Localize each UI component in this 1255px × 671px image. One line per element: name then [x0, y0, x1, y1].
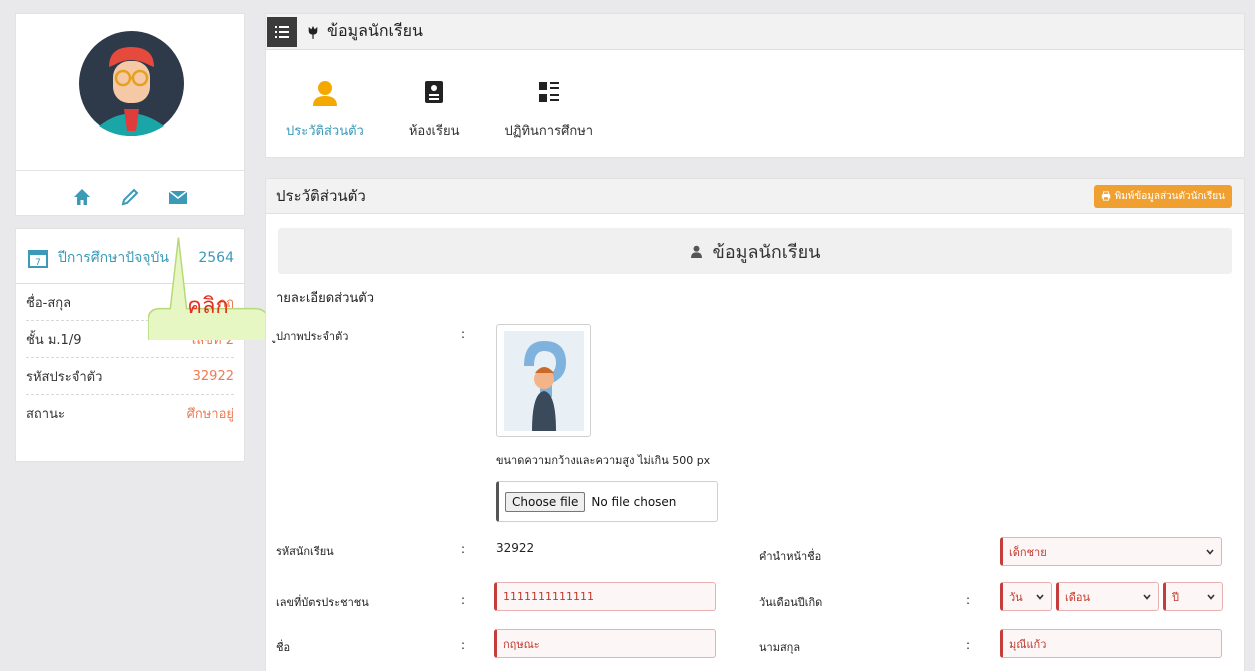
student-code-value: 32922 — [192, 368, 234, 384]
panel-header: ประวัติส่วนตัว พิมพ์ข้อมูลส่วนตัวนักเรีย… — [266, 179, 1244, 214]
grid-list-icon — [538, 82, 559, 102]
tab-academic-calendar[interactable]: ปฏิทินการศึกษา — [504, 80, 593, 141]
tab-personal-history[interactable]: ประวัติส่วนตัว — [286, 80, 364, 141]
svg-text:7: 7 — [35, 258, 41, 268]
firstname-label: ชื่อ — [276, 641, 291, 654]
tab-label: ปฏิทินการศึกษา — [504, 124, 594, 139]
section-header: ข้อมูลนักเรียน — [278, 228, 1232, 274]
list-item: รหัสประจำตัว 32922 — [26, 358, 234, 395]
prefix-label: คำนำหน้าชื่อ — [759, 550, 822, 563]
list-menu-button[interactable] — [267, 16, 297, 47]
tab-label: ห้องเรียน — [408, 124, 460, 139]
student-menu-panel: ข้อมูลนักเรียน ประวัติส่วนตัว ห้องเรียน … — [265, 13, 1245, 158]
birth-year-value: ปี — [1172, 590, 1179, 604]
prefix-value: เด็กชาย — [1009, 545, 1047, 559]
profile-card — [15, 13, 245, 216]
birth-month-select[interactable]: เดือน — [1056, 582, 1159, 611]
teacher-avatar-icon — [79, 31, 184, 136]
chevron-down-icon — [1206, 548, 1214, 555]
chevron-down-icon — [1207, 593, 1215, 600]
personal-history-panel: ประวัติส่วนตัว พิมพ์ข้อมูลส่วนตัวนักเรีย… — [265, 178, 1245, 671]
birth-day-select[interactable]: วัน — [1000, 582, 1052, 611]
calendar-icon: 7 — [28, 250, 48, 268]
photo-file-input[interactable]: Choose file No file chosen — [496, 481, 718, 522]
prefix-select[interactable]: เด็กชาย — [1000, 537, 1222, 566]
print-profile-label: พิมพ์ข้อมูลส่วนตัวนักเรียน — [1114, 190, 1225, 202]
unknown-user-icon — [503, 330, 584, 431]
chevron-down-icon — [1036, 593, 1044, 600]
colon: : — [461, 542, 466, 556]
home-icon[interactable] — [71, 186, 93, 208]
student-menu-title: ข้อมูลนักเรียน — [307, 19, 423, 44]
status-label: สถานะ — [26, 407, 65, 422]
pencil-icon[interactable] — [119, 186, 141, 208]
photo-label: ูปภาพประจำตัว — [276, 330, 349, 343]
student-id-value: 32922 — [496, 541, 535, 555]
lastname-label: นามสกุล — [759, 641, 801, 654]
colon: : — [966, 638, 971, 652]
section-title: ข้อมูลนักเรียน — [712, 241, 821, 263]
birth-month-value: เดือน — [1065, 590, 1091, 604]
status-value: ศึกษาอยู่ — [186, 407, 234, 422]
list-item: สถานะ ศึกษาอยู่ — [26, 395, 234, 432]
national-id-input[interactable]: 1111111111111 — [494, 582, 716, 611]
click-callout-text: คลิก — [187, 294, 229, 319]
class-label: ชั้น ม.1/9 — [26, 332, 82, 348]
firstname-input[interactable]: กฤษณะ — [494, 629, 716, 658]
list-icon — [275, 25, 289, 38]
user-icon — [312, 81, 337, 106]
profile-photo — [496, 324, 591, 437]
tab-label: ประวัติส่วนตัว — [286, 124, 364, 139]
lastname-input[interactable]: มุณีแก้ว — [1000, 629, 1222, 658]
print-profile-button[interactable]: พิมพ์ข้อมูลส่วนตัวนักเรียน — [1093, 184, 1232, 208]
chevron-down-icon — [1143, 593, 1151, 600]
tulip-icon — [308, 25, 318, 39]
id-card-icon — [425, 81, 444, 103]
tab-classroom[interactable]: ห้องเรียน — [408, 80, 460, 141]
national-id-label: เลขที่บัตรประชาชน — [276, 596, 369, 609]
colon: : — [966, 593, 971, 607]
student-menu-title-text: ข้อมูลนักเรียน — [327, 21, 423, 40]
colon: : — [461, 638, 466, 652]
student-tabs: ประวัติส่วนตัว ห้องเรียน ปฏิทินการศึกษา — [266, 80, 1244, 141]
file-status: No file chosen — [591, 494, 677, 509]
birthdate-label: วันเดือนปีเกิด — [759, 596, 823, 609]
choose-file-button[interactable]: Choose file — [505, 491, 586, 512]
printer-icon — [1101, 191, 1110, 201]
user-icon — [690, 245, 702, 258]
birth-year-select[interactable]: ปี — [1163, 582, 1223, 611]
name-label: ชื่อ-สกุล — [26, 295, 72, 311]
colon: : — [461, 327, 466, 341]
student-code-label: รหัสประจำตัว — [26, 369, 103, 385]
student-id-label: รหัสนักเรียน — [276, 545, 334, 558]
colon: : — [461, 593, 466, 607]
panel-title: ประวัติส่วนตัว — [276, 187, 366, 205]
personal-details-heading: ายละเอียดส่วนตัว — [276, 291, 375, 306]
photo-size-hint: ขนาดความกว้างและความสูง ไม่เกิน 500 px — [496, 454, 711, 467]
birth-day-value: วัน — [1009, 590, 1023, 604]
card-divider — [16, 170, 244, 171]
student-menu-header: ข้อมูลนักเรียน — [266, 14, 1244, 50]
